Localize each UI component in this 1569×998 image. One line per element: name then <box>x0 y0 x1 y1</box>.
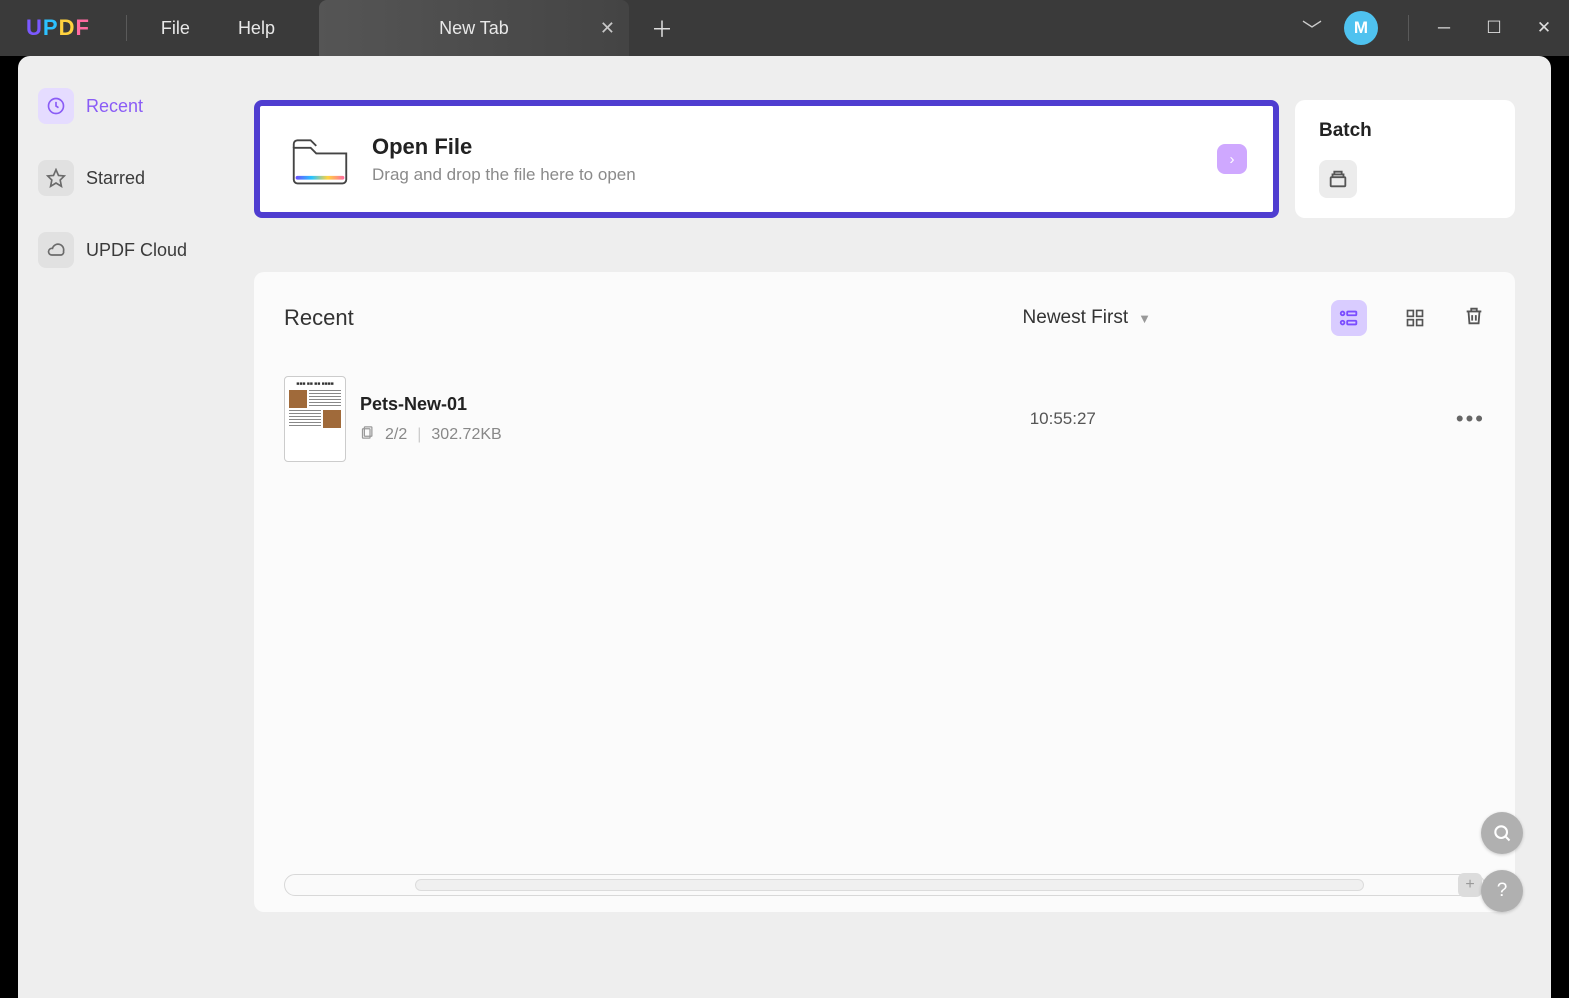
folder-icon <box>290 133 350 185</box>
file-pages: 2/2 <box>385 426 407 444</box>
new-tab-button[interactable]: ＋ <box>651 12 673 44</box>
file-name: Pets-New-01 <box>360 394 502 415</box>
scrollbar-thumb[interactable] <box>415 879 1364 891</box>
close-icon[interactable]: ✕ <box>600 18 615 39</box>
chevron-right-icon[interactable]: › <box>1217 144 1247 174</box>
sidebar-item-cloud[interactable]: UPDF Cloud <box>32 228 204 272</box>
clock-icon <box>38 88 74 124</box>
menu-file[interactable]: File <box>137 18 214 39</box>
scrollbar-track[interactable]: + <box>284 874 1485 896</box>
cloud-icon <box>38 232 74 268</box>
file-thumbnail: ■■■ ■■ ■■ ■■■■ <box>284 376 346 462</box>
batch-button[interactable] <box>1319 160 1357 198</box>
sort-label: Newest First <box>1023 307 1129 329</box>
search-fab[interactable] <box>1481 812 1523 854</box>
tab-new[interactable]: New Tab ✕ <box>319 0 629 56</box>
recent-title: Recent <box>284 305 354 331</box>
star-icon <box>38 160 74 196</box>
divider: | <box>417 426 421 444</box>
plus-icon[interactable]: + <box>1458 873 1482 897</box>
open-file-title: Open File <box>372 134 636 160</box>
recent-panel: Recent Newest First ▼ <box>254 272 1515 912</box>
chevron-down-icon[interactable]: ﹀ <box>1302 14 1322 43</box>
sidebar-item-label: UPDF Cloud <box>86 240 187 261</box>
batch-title: Batch <box>1319 120 1491 142</box>
sort-dropdown[interactable]: Newest First ▼ <box>1023 307 1151 329</box>
help-fab[interactable]: ? <box>1481 870 1523 912</box>
menu-help[interactable]: Help <box>214 18 299 39</box>
open-file-dropzone[interactable]: Open File Drag and drop the file here to… <box>254 100 1279 218</box>
app-body: Recent Starred UPDF Cloud Open File Drag <box>18 56 1551 998</box>
main: Open File Drag and drop the file here to… <box>218 56 1551 998</box>
batch-panel: Batch <box>1295 100 1515 218</box>
tab-label: New Tab <box>439 18 509 39</box>
more-icon[interactable]: ••• <box>1456 406 1485 432</box>
file-time: 10:55:27 <box>1030 409 1096 429</box>
trash-icon[interactable] <box>1463 305 1485 332</box>
divider <box>126 15 127 41</box>
minimize-button[interactable]: ─ <box>1419 18 1469 38</box>
close-button[interactable]: ✕ <box>1519 18 1569 38</box>
app-logo: UPDF <box>0 15 116 41</box>
titlebar: UPDF File Help New Tab ✕ ＋ ﹀ M ─ ☐ ✕ <box>0 0 1569 56</box>
pages-icon <box>360 425 375 445</box>
chevron-down-icon: ▼ <box>1138 311 1151 326</box>
avatar[interactable]: M <box>1344 11 1378 45</box>
sidebar-item-label: Starred <box>86 168 145 189</box>
file-size: 302.72KB <box>431 426 501 444</box>
sidebar-item-recent[interactable]: Recent <box>32 84 204 128</box>
file-row[interactable]: ■■■ ■■ ■■ ■■■■ Pets-New-01 2/2 | 302 <box>284 376 1485 462</box>
sidebar: Recent Starred UPDF Cloud <box>18 56 218 998</box>
sidebar-item-label: Recent <box>86 96 143 117</box>
grid-view-button[interactable] <box>1397 300 1433 336</box>
sidebar-item-starred[interactable]: Starred <box>32 156 204 200</box>
divider <box>1408 15 1409 41</box>
open-file-subtitle: Drag and drop the file here to open <box>372 165 636 185</box>
maximize-button[interactable]: ☐ <box>1469 18 1519 38</box>
list-view-button[interactable] <box>1331 300 1367 336</box>
